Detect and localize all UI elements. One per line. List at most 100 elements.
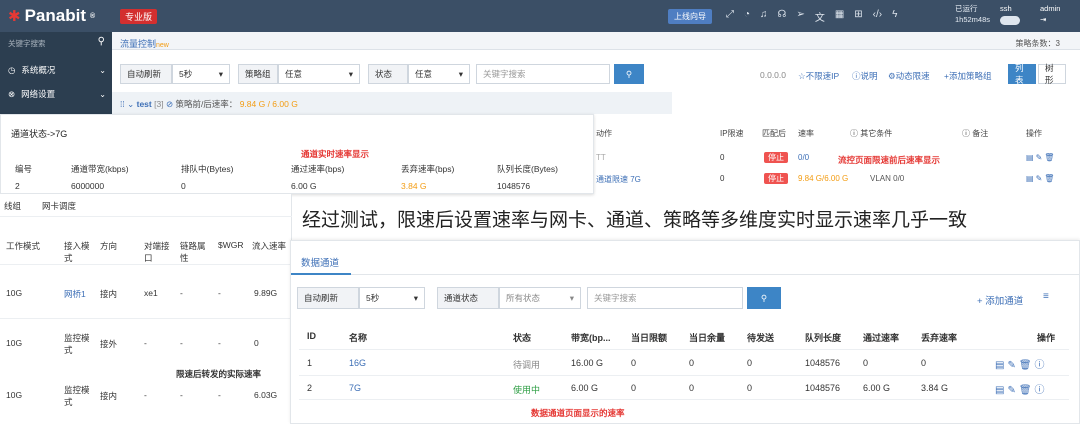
- help-link[interactable]: ⓘ说明: [852, 70, 878, 82]
- menu-icon[interactable]: ≡: [1043, 291, 1049, 302]
- ch-col-id: 编号: [15, 164, 33, 174]
- setup-guide-button[interactable]: 上线向导: [668, 9, 712, 24]
- grid-icon[interactable]: ▦: [835, 9, 844, 24]
- dc-row-1-ops[interactable]: ▤✎🗑ⓘ: [995, 356, 1048, 371]
- dc-refresh-select[interactable]: 5秒 ▾: [359, 287, 425, 309]
- headset-icon[interactable]: ☊: [778, 9, 787, 24]
- code-icon[interactable]: ‹/›: [873, 9, 882, 24]
- trash-icon[interactable]: 🗑: [1019, 360, 1035, 371]
- dc-col-drop[interactable]: 丢弃速率: [921, 331, 957, 344]
- dc-search-input[interactable]: 关键字搜索: [587, 287, 743, 309]
- dc-col-pass[interactable]: 通过速率: [863, 331, 899, 344]
- dynamic-limit-link[interactable]: ⚙动态限速: [888, 70, 930, 82]
- add-channel-link[interactable]: + 添加通道: [977, 293, 1023, 307]
- chevron-down-icon: ▾: [569, 292, 574, 303]
- group-label: 策略组: [238, 64, 278, 84]
- gauge-icon[interactable]: ◔: [744, 9, 750, 24]
- layout-icon[interactable]: ⊞: [854, 9, 862, 24]
- logo[interactable]: ✱ Panabit ®: [8, 6, 95, 26]
- status-select[interactable]: 任意 ▾: [408, 64, 470, 84]
- nic-annotation: 限速后转发的实际速率: [176, 369, 262, 379]
- view-list-button[interactable]: 列表: [1008, 63, 1036, 85]
- dc-row-1-name[interactable]: 16G: [349, 358, 366, 368]
- bolt-icon[interactable]: ϟ: [892, 9, 897, 24]
- ssh-toggle-group: ssh: [1000, 3, 1020, 25]
- translate-icon[interactable]: 文: [815, 9, 825, 24]
- dc-col-pending[interactable]: 待发送: [747, 331, 774, 344]
- nic-row-2-link: -: [180, 338, 183, 348]
- add-group-link[interactable]: +添加策略组: [944, 70, 991, 82]
- policy-row-2-ops[interactable]: ▤✎🗑: [1026, 174, 1056, 183]
- nic-row-1-inrate: 9.89G: [254, 288, 278, 298]
- dc-col-queue[interactable]: 队列长度: [805, 331, 841, 344]
- policy-row-1-rate: 0/0: [798, 153, 810, 162]
- policy-row-2-ip: 0: [720, 174, 725, 183]
- refresh-select[interactable]: 5秒 ▾: [172, 64, 230, 84]
- admin-menu[interactable]: admin ⇥: [1040, 3, 1060, 25]
- ssh-toggle[interactable]: [1000, 15, 1020, 25]
- chart-icon[interactable]: ▤: [1026, 153, 1036, 162]
- dc-col-remain[interactable]: 当日余量: [689, 331, 725, 344]
- tab-nic-schedule[interactable]: 网卡调度: [42, 200, 76, 212]
- policy-row-2-badge-wrap: 停止: [764, 173, 788, 184]
- policy-search-input[interactable]: 关键字搜索: [476, 64, 610, 84]
- edit-icon[interactable]: ✎: [1036, 174, 1045, 183]
- group-value: 任意: [285, 69, 303, 79]
- drag-handle-icon[interactable]: ⁞⁞: [120, 99, 125, 109]
- policy-annotation: 流控页面限速前后速率显示: [838, 155, 941, 165]
- trash-icon[interactable]: 🗑: [1019, 385, 1035, 396]
- bell-icon[interactable]: ♫: [760, 9, 768, 24]
- sidebar-search-input[interactable]: 关键字搜索 ⚲: [4, 36, 108, 50]
- edit-icon[interactable]: ✎: [1036, 153, 1045, 162]
- dc-col-name[interactable]: 名称: [349, 331, 367, 344]
- dc-row-2-drop: 3.84 G: [921, 383, 949, 393]
- admin-label: admin: [1040, 4, 1061, 13]
- search-icon[interactable]: ⚲: [98, 36, 105, 47]
- chart-icon[interactable]: ▤: [1026, 174, 1036, 183]
- tab-line-group[interactable]: 线组: [4, 200, 21, 212]
- dc-col-id[interactable]: ID: [307, 331, 316, 341]
- check-circle-icon: ⊘: [165, 99, 174, 109]
- edit-icon[interactable]: ✎: [1007, 385, 1018, 396]
- chart-icon[interactable]: ▤: [995, 360, 1007, 371]
- group-select[interactable]: 任意 ▾: [278, 64, 360, 84]
- dc-row-2-name[interactable]: 7G: [349, 383, 361, 393]
- nic-col-peer: 对端接口: [144, 241, 170, 263]
- dc-col-limit[interactable]: 当日限额: [631, 331, 667, 344]
- dc-col-bw[interactable]: 带宽(bp...: [571, 331, 611, 344]
- unlimited-ip-link[interactable]: ☆不限速IP: [798, 70, 839, 82]
- sidebar-search-placeholder: 关键字搜索: [8, 39, 46, 48]
- info-icon[interactable]: ⓘ: [1035, 360, 1048, 371]
- view-tree-button[interactable]: 树形: [1038, 63, 1066, 85]
- stop-badge[interactable]: 停止: [764, 173, 788, 184]
- dc-row-2-queue: 1048576: [805, 383, 841, 393]
- nic-col-access: 接入模式: [64, 241, 90, 263]
- dc-status-select[interactable]: 所有状态 ▾: [499, 287, 581, 309]
- dc-col-status[interactable]: 状态: [513, 331, 531, 344]
- col-action: 动作: [596, 129, 612, 138]
- info-icon[interactable]: ⓘ: [1035, 385, 1048, 396]
- data-channel-panel: 数据通道 自动刷新 5秒 ▾ 通道状态 所有状态 ▾ 关键字搜索 ⚲ + 添加通道 …: [290, 240, 1080, 424]
- stop-badge[interactable]: 停止: [764, 152, 788, 163]
- sidebar-item-overview[interactable]: ◷ 系统概况 ⌄: [0, 60, 112, 80]
- trash-icon[interactable]: 🗑: [1044, 153, 1056, 162]
- dc-row-2-ops[interactable]: ▤✎🗑ⓘ: [995, 381, 1048, 396]
- search-button[interactable]: ⚲: [614, 64, 644, 84]
- tab-data-channel[interactable]: 数据通道: [301, 255, 339, 269]
- send-icon[interactable]: ➢: [796, 9, 804, 24]
- dc-search-button[interactable]: ⚲: [747, 287, 781, 309]
- nic-row-1-access[interactable]: 网桥1: [64, 288, 86, 300]
- fullscreen-icon[interactable]: ⤢: [726, 9, 734, 24]
- chart-icon[interactable]: ▤: [995, 385, 1007, 396]
- nic-row-1-link: -: [180, 288, 183, 298]
- logout-icon[interactable]: ⇥: [1040, 14, 1060, 25]
- sidebar-item-network[interactable]: ⊗ 网络设置 ⌄: [0, 84, 112, 104]
- edit-icon[interactable]: ✎: [1007, 360, 1018, 371]
- policy-group-row[interactable]: ⁞⁞ ⌄ test [3] ⊘ 策略前/后速率： 9.84 G / 6.00 G: [112, 92, 672, 114]
- chevron-down-icon[interactable]: ⌄: [127, 99, 134, 109]
- nic-row-3-dir: 接内: [100, 391, 118, 401]
- trash-icon[interactable]: 🗑: [1044, 174, 1056, 183]
- sidebar: 关键字搜索 ⚲ ◷ 系统概况 ⌄ ⊗ 网络设置 ⌄: [0, 32, 112, 124]
- policy-row-1-ops[interactable]: ▤✎🗑: [1026, 153, 1056, 162]
- tab-flow-control[interactable]: 流量控制new: [120, 37, 169, 50]
